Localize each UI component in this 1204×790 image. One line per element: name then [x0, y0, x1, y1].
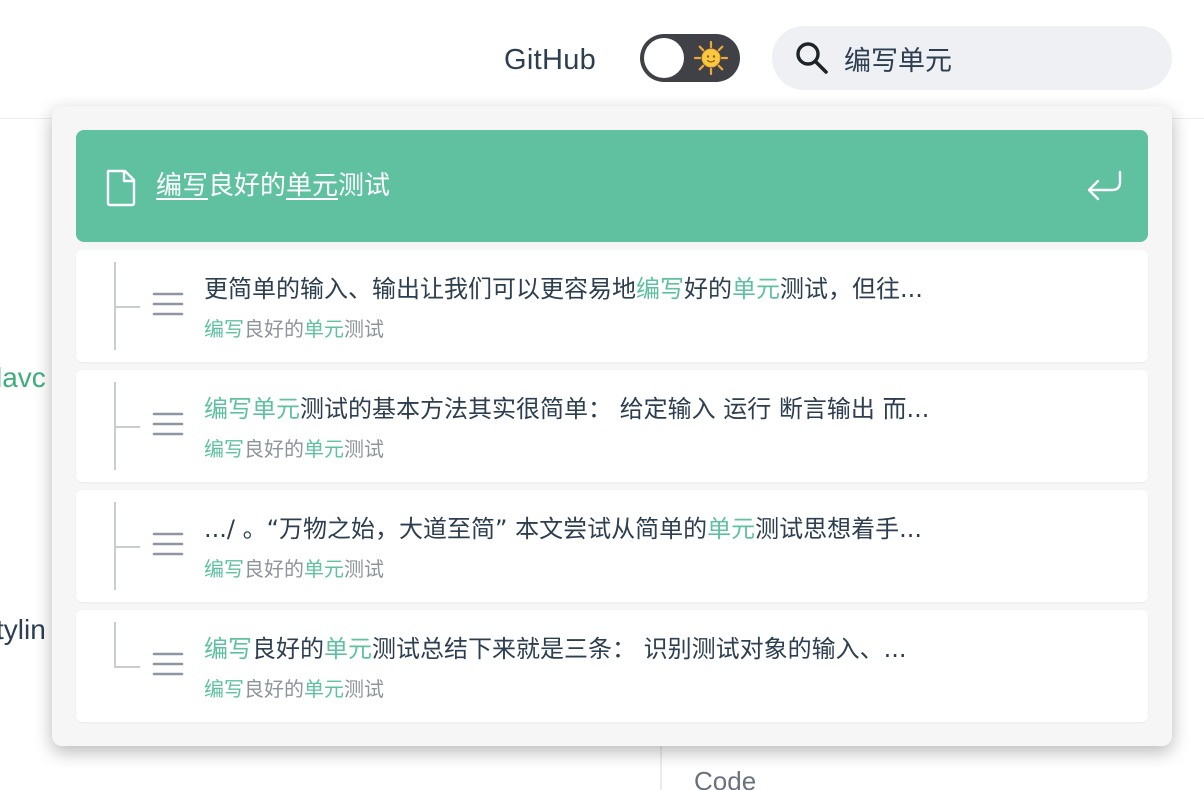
- page-title-text: 良好的: [244, 677, 304, 701]
- result-page-title: 编写良好的单元测试: [204, 314, 384, 344]
- suggestion-page-result[interactable]: 编写良好的单元测试: [76, 130, 1148, 242]
- background-divider: [660, 740, 662, 790]
- match-highlight: 单元: [324, 635, 372, 663]
- match-highlight: 单元: [304, 437, 344, 461]
- page-title-text: 良好的: [244, 437, 304, 461]
- result-excerpt: 编写良好的单元测试总结下来就是三条： 识别测试对象的输入、...: [204, 632, 1084, 666]
- match-highlight: 编写: [204, 317, 244, 341]
- suggestion-section-result[interactable]: .../ 。“万物之始，大道至简” 本文尝试从简单的单元测试思想着手... 编写…: [76, 490, 1148, 602]
- page-title-text: 测试: [344, 677, 384, 701]
- page-title-text: 测试: [344, 557, 384, 581]
- background-link-fragment: lavc: [0, 362, 46, 393]
- match-highlight: 编写: [204, 437, 244, 461]
- result-excerpt: 更简单的输入、输出让我们可以更容易地编写好的单元测试，但往...: [204, 272, 1084, 306]
- document-icon: [106, 169, 136, 207]
- navbar: GitHub: [0, 0, 1204, 119]
- result-excerpt: .../ 。“万物之始，大道至简” 本文尝试从简单的单元测试思想着手...: [204, 512, 1084, 546]
- page-title-text: 测试: [344, 437, 384, 461]
- suggestion-section-result[interactable]: 更简单的输入、输出让我们可以更容易地编写好的单元测试，但往... 编写良好的单元…: [76, 250, 1148, 362]
- result-page-title: 编写良好的单元测试: [204, 554, 384, 584]
- match-highlight: 单元: [304, 317, 344, 341]
- theme-toggle[interactable]: [640, 34, 740, 82]
- tree-connector: [114, 546, 140, 548]
- excerpt-text: 良好的: [252, 635, 324, 663]
- suggestion-page-title: 编写良好的单元测试: [156, 168, 390, 204]
- background-code-heading: Code: [694, 766, 757, 790]
- result-page-title: 编写良好的单元测试: [204, 434, 384, 464]
- result-page-title: 编写良好的单元测试: [204, 674, 384, 704]
- excerpt-text: 更简单的输入、输出让我们可以更容易地: [204, 275, 636, 303]
- match-highlight: 单元: [304, 557, 344, 581]
- match-highlight: 编写: [636, 275, 684, 303]
- match-highlight: 编写: [204, 677, 244, 701]
- tree-connector: [114, 306, 140, 308]
- section-lines-icon: [152, 652, 184, 676]
- search-icon: [796, 42, 828, 74]
- github-link[interactable]: GitHub: [504, 40, 596, 80]
- search-box[interactable]: [772, 26, 1172, 90]
- tree-connector: [114, 426, 140, 428]
- title-text: 测试: [338, 171, 391, 201]
- section-lines-icon: [152, 532, 184, 556]
- section-lines-icon: [152, 412, 184, 436]
- match-highlight: 单元: [707, 515, 756, 543]
- match-highlight: 单元: [732, 275, 780, 303]
- page-title-text: 良好的: [244, 557, 304, 581]
- excerpt-text: 测试总结下来就是三条： 识别测试对象的输入、...: [372, 635, 907, 663]
- page-title-text: 良好的: [244, 317, 304, 341]
- match-highlight: 单元: [304, 677, 344, 701]
- title-text: 良好的: [208, 171, 287, 201]
- search-input[interactable]: [844, 38, 1144, 78]
- search-suggestions-dropdown: 编写良好的单元测试 更简单的输入、输出让我们可以更容易地编写好的单元测试，但往.…: [52, 106, 1172, 746]
- match-highlight: 单元: [286, 171, 339, 201]
- match-highlight: 编写: [204, 635, 252, 663]
- match-highlight: 编写: [156, 171, 209, 201]
- toggle-knob: [644, 38, 684, 78]
- excerpt-text: .../ 。“万物之始，大道至简” 本文尝试从简单的: [204, 515, 708, 543]
- tree-connector: [114, 622, 116, 668]
- enter-icon: [1087, 170, 1122, 201]
- suggestion-section-result[interactable]: 编写单元测试的基本方法其实很简单： 给定输入 运行 断言输出 而... 编写良好…: [76, 370, 1148, 482]
- excerpt-text: 测试，但往...: [780, 275, 923, 303]
- match-highlight: 编写: [204, 557, 244, 581]
- result-excerpt: 编写单元测试的基本方法其实很简单： 给定输入 运行 断言输出 而...: [204, 392, 1084, 426]
- page-title-text: 测试: [344, 317, 384, 341]
- tree-connector: [114, 666, 140, 668]
- section-lines-icon: [152, 292, 184, 316]
- sun-icon: [693, 40, 729, 76]
- background-text-fragment: tylin: [0, 614, 46, 645]
- excerpt-text: 测试的基本方法其实很简单： 给定输入 运行 断言输出 而...: [300, 395, 930, 423]
- page: lavc tylin Code GitHub 编写单元 编写良好的单元测试 更简…: [0, 0, 1204, 790]
- excerpt-text: 好的: [684, 275, 732, 303]
- excerpt-text: 测试思想着手...: [755, 515, 922, 543]
- match-highlight: 编写单元: [204, 395, 300, 423]
- suggestion-section-result[interactable]: 编写良好的单元测试总结下来就是三条： 识别测试对象的输入、... 编写良好的单元…: [76, 610, 1148, 722]
